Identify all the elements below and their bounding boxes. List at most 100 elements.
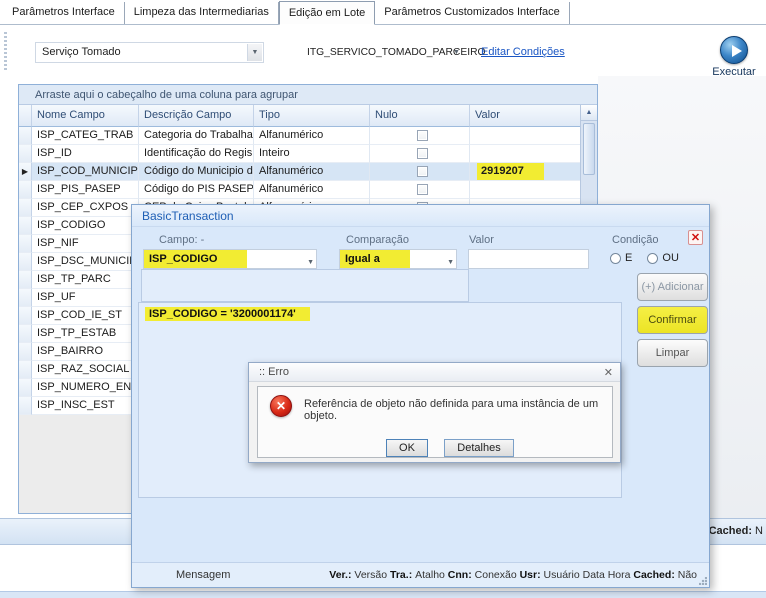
- column-header[interactable]: Nome Campo: [32, 105, 139, 127]
- row-indicator: [19, 289, 32, 307]
- cell-descricao[interactable]: Identificação do Regis...: [139, 145, 254, 163]
- editar-condicoes-link[interactable]: Editar Condições: [481, 46, 565, 58]
- status-label: Cnn:: [445, 569, 475, 581]
- cell-nulo[interactable]: [370, 163, 470, 181]
- tab-parametros-interface[interactable]: Parâmetros Interface: [3, 2, 125, 24]
- erro-dialog: :: Erro ✕ ✕ Referência de objeto não def…: [248, 362, 621, 463]
- cell-nome[interactable]: ISP_COD_IE_ST: [32, 307, 139, 325]
- tab-bar: Parâmetros InterfaceLimpeza das Intermed…: [0, 0, 766, 25]
- comparacao-label: Comparação: [346, 234, 409, 246]
- tab-parametros-customizados[interactable]: Parâmetros Customizados Interface: [375, 2, 569, 24]
- table-row[interactable]: ISP_PIS_PASEPCódigo do PIS PASEPAlfanumé…: [19, 181, 597, 199]
- cell-nome[interactable]: ISP_BAIRRO: [32, 343, 139, 361]
- cell-nome[interactable]: ISP_ID: [32, 145, 139, 163]
- chevron-down-icon[interactable]: ▼: [449, 44, 464, 61]
- limpar-button[interactable]: Limpar: [637, 339, 708, 367]
- cell-descricao[interactable]: Código do PIS PASEP: [139, 181, 254, 199]
- nulo-checkbox[interactable]: [417, 166, 428, 177]
- scrollbar-thumb[interactable]: [583, 123, 595, 175]
- row-indicator: ▶: [19, 163, 32, 181]
- toolbar-dock-handle[interactable]: [4, 32, 7, 72]
- play-icon: [720, 36, 748, 64]
- cell-tipo[interactable]: Inteiro: [254, 145, 370, 163]
- cell-nome[interactable]: ISP_COD_MUNICIP: [32, 163, 139, 181]
- executar-button[interactable]: Executar: [708, 36, 760, 78]
- tab-limpeza-intermediarias[interactable]: Limpeza das Intermediarias: [125, 2, 279, 24]
- erro-content-box: ✕ Referência de objeto não definida para…: [257, 386, 613, 458]
- grid-group-hint[interactable]: Arraste aqui o cabeçalho de uma coluna p…: [19, 85, 597, 105]
- cell-nome[interactable]: ISP_PIS_PASEP: [32, 181, 139, 199]
- resize-grip[interactable]: [699, 577, 707, 585]
- table-row[interactable]: ▶ISP_COD_MUNICIPCódigo do Municipio d...…: [19, 163, 597, 181]
- cell-valor[interactable]: [470, 127, 582, 145]
- cell-descricao[interactable]: Categoria do Trabalha...: [139, 127, 254, 145]
- cell-nome[interactable]: ISP_DSC_MUNICIP: [32, 253, 139, 271]
- column-header[interactable]: Descrição Campo: [139, 105, 254, 127]
- nulo-checkbox[interactable]: [417, 184, 428, 195]
- row-indicator: [19, 343, 32, 361]
- erro-message: Referência de objeto não definida para u…: [304, 398, 604, 422]
- cell-nome[interactable]: ISP_TP_PARC: [32, 271, 139, 289]
- cell-nome[interactable]: ISP_CODIGO: [32, 217, 139, 235]
- radio-circle-icon: [610, 253, 621, 264]
- row-indicator: [19, 325, 32, 343]
- tabela-combo[interactable]: ITG_SERVICO_TOMADO_PARCEIRO ▼: [300, 42, 466, 63]
- cell-nome[interactable]: ISP_RAZ_SOCIAL: [32, 361, 139, 379]
- valor-label: Valor: [469, 234, 494, 246]
- detalhes-button[interactable]: Detalhes: [444, 439, 514, 457]
- cell-nome[interactable]: ISP_INSC_EST: [32, 397, 139, 415]
- campo-combo[interactable]: ISP_CODIGO ▼: [143, 249, 317, 269]
- servico-combo[interactable]: Serviço Tomado ▼: [35, 42, 264, 63]
- cell-nulo[interactable]: [370, 145, 470, 163]
- valor-input[interactable]: [468, 249, 589, 269]
- cell-valor[interactable]: 2919207: [470, 163, 582, 181]
- scroll-up-icon[interactable]: ▲: [581, 105, 597, 121]
- cell-descricao[interactable]: Código do Municipio d...: [139, 163, 254, 181]
- cell-nome[interactable]: ISP_NUMERO_END: [32, 379, 139, 397]
- dialog-status-bar: Mensagem Ver.: Versão Tra.: Atalho Cnn: …: [132, 562, 709, 587]
- grid-header-row: Nome CampoDescrição CampoTipoNuloValor: [19, 105, 597, 127]
- cell-nulo[interactable]: [370, 127, 470, 145]
- cell-nulo[interactable]: [370, 181, 470, 199]
- cell-nome[interactable]: ISP_CATEG_TRAB: [32, 127, 139, 145]
- column-header[interactable]: Nulo: [370, 105, 470, 127]
- cell-valor[interactable]: [470, 181, 582, 199]
- row-indicator: [19, 379, 32, 397]
- status-label: Cached:: [630, 569, 677, 581]
- servico-combo-value: Serviço Tomado: [42, 46, 121, 58]
- row-indicator: [19, 397, 32, 415]
- cell-nome[interactable]: ISP_UF: [32, 289, 139, 307]
- status-label: Cached:: [706, 525, 756, 537]
- close-icon[interactable]: ✕: [604, 366, 613, 379]
- status-value: Não: [678, 569, 697, 581]
- cell-tipo[interactable]: Alfanumérico: [254, 181, 370, 199]
- cell-tipo[interactable]: Alfanumérico: [254, 127, 370, 145]
- column-header[interactable]: Tipo: [254, 105, 370, 127]
- comparacao-combo[interactable]: Igual a ▼: [339, 249, 457, 269]
- confirmar-button[interactable]: Confirmar: [637, 306, 708, 334]
- table-row[interactable]: ISP_IDIdentificação do Regis...Inteiro: [19, 145, 597, 163]
- cell-nome[interactable]: ISP_CEP_CXPOS: [32, 199, 139, 217]
- adicionar-button[interactable]: (+) Adicionar: [637, 273, 708, 301]
- nulo-checkbox[interactable]: [417, 148, 428, 159]
- radio-e[interactable]: E: [610, 252, 632, 264]
- column-header[interactable]: Valor: [470, 105, 582, 127]
- cell-nome[interactable]: ISP_NIF: [32, 235, 139, 253]
- radio-ou[interactable]: OU: [647, 252, 679, 264]
- cell-nome[interactable]: ISP_TP_ESTAB: [32, 325, 139, 343]
- valor-value: 2919207: [477, 163, 544, 180]
- nulo-checkbox[interactable]: [417, 130, 428, 141]
- status-label: Tra.:: [387, 569, 415, 581]
- radio-e-label: E: [625, 252, 632, 264]
- tab-edicao-em-lote[interactable]: Edição em Lote: [279, 1, 375, 25]
- chevron-down-icon[interactable]: ▼: [247, 44, 262, 61]
- dialog-title[interactable]: BasicTransaction: [132, 205, 709, 227]
- table-row[interactable]: ISP_CATEG_TRABCategoria do Trabalha...Al…: [19, 127, 597, 145]
- cell-valor[interactable]: [470, 145, 582, 163]
- erro-title[interactable]: :: Erro: [249, 363, 620, 382]
- status-value: Versão: [354, 569, 387, 581]
- cell-tipo[interactable]: Alfanumérico: [254, 163, 370, 181]
- row-indicator: [19, 271, 32, 289]
- ok-button[interactable]: OK: [386, 439, 428, 457]
- close-icon[interactable]: ✕: [688, 230, 703, 245]
